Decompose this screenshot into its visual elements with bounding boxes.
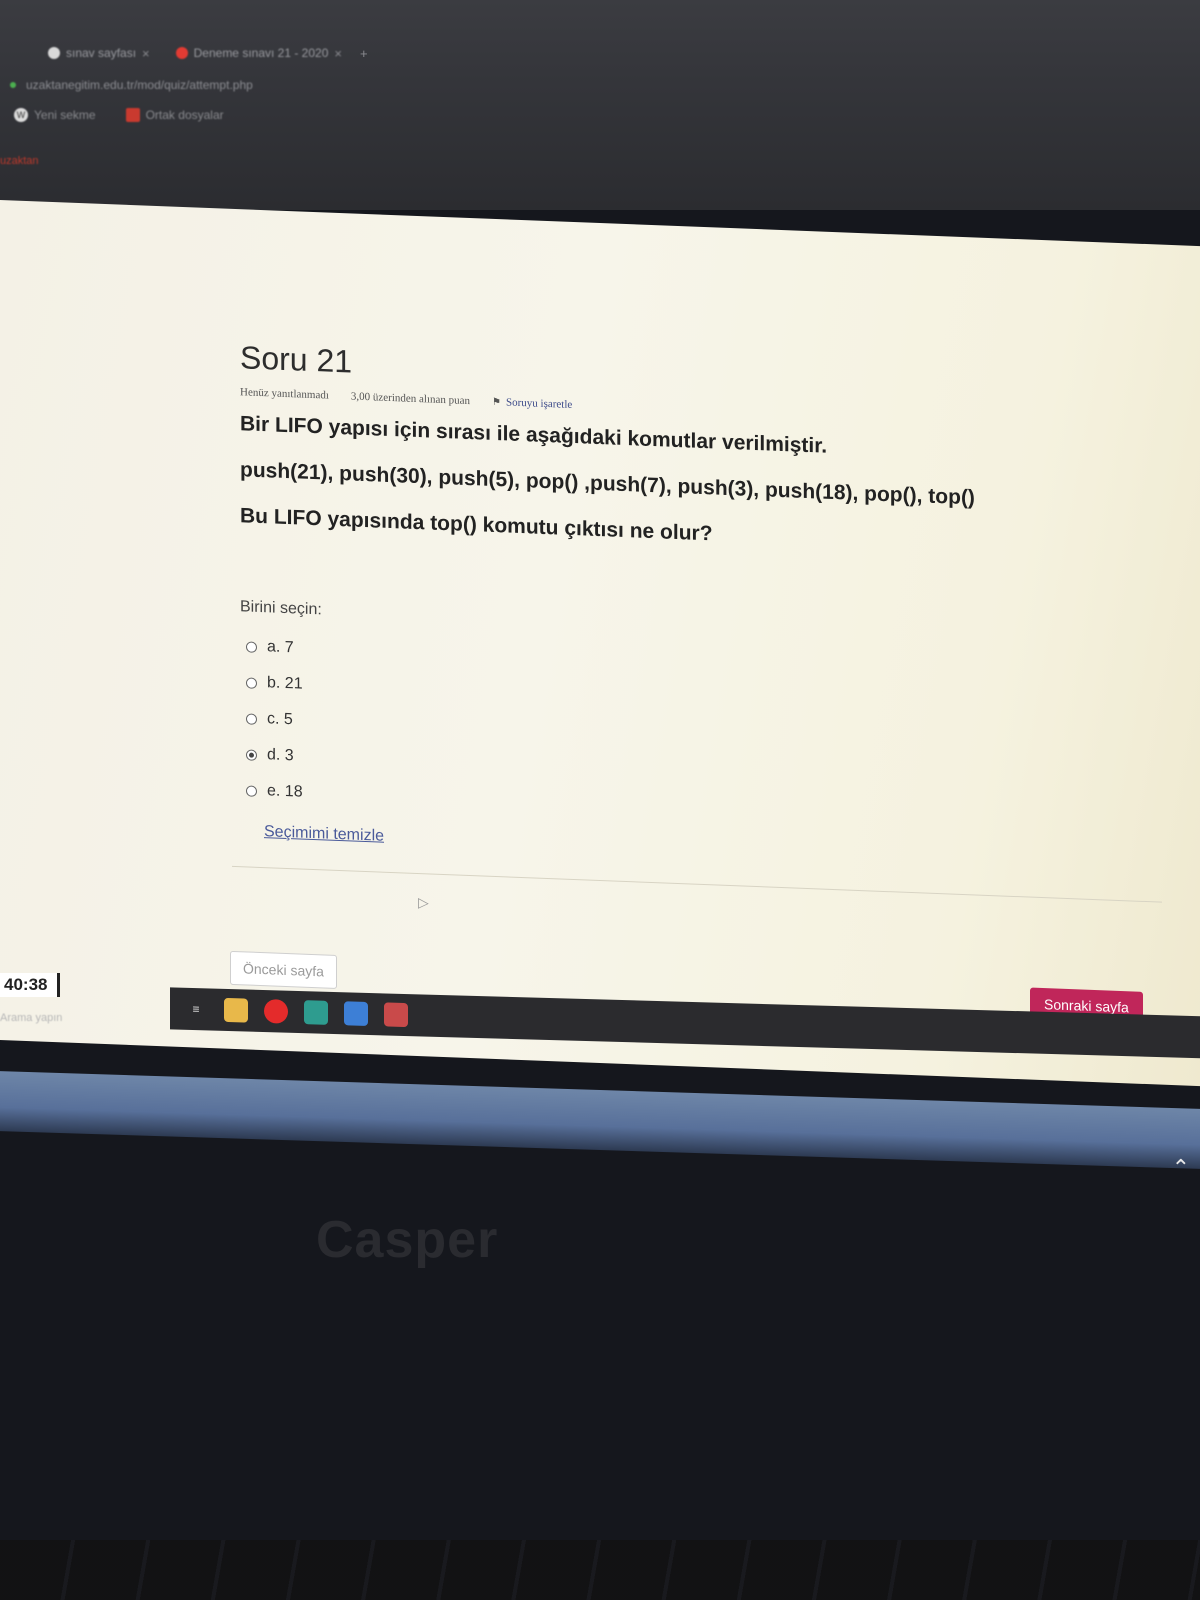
circle-icon — [48, 47, 60, 59]
option-label[interactable]: a. 7 — [267, 638, 294, 657]
site-tag: uzaktan — [0, 155, 39, 167]
folder-icon[interactable] — [224, 997, 248, 1023]
close-icon[interactable]: × — [334, 46, 342, 61]
browser-chrome: sınav sayfası × Deneme sınavı 21 - 2020 … — [0, 0, 1200, 210]
browser-tab-1[interactable]: sınav sayfası × — [40, 44, 158, 63]
youtube-icon — [175, 47, 188, 59]
red-bookmark-icon — [125, 108, 140, 122]
question-text-line-3: Bu LIFO yapısında top() komutu çıktısı n… — [240, 504, 713, 546]
bookmarks-bar: W Yeni sekme Ortak dosyalar — [14, 108, 224, 122]
bookmark-item[interactable]: W Yeni sekme — [14, 108, 96, 122]
option-label[interactable]: e. 18 — [267, 782, 303, 801]
option-label[interactable]: d. 3 — [267, 746, 294, 765]
laptop-brand-logo: Casper — [316, 1211, 499, 1269]
flag-label: Soruyu işaretle — [506, 396, 573, 411]
red-app-icon[interactable] — [384, 1002, 408, 1028]
app-icon[interactable] — [304, 1000, 328, 1025]
flag-question-link[interactable]: ⚑ Soruyu işaretle — [492, 396, 572, 411]
radio-button-selected[interactable] — [246, 748, 257, 761]
blue-app-icon[interactable] — [344, 1001, 368, 1026]
clear-selection-link[interactable]: Seçimimi temizle — [264, 823, 384, 846]
tab-title: Deneme sınavı 21 - 2020 — [193, 46, 329, 60]
w-icon: W — [14, 108, 28, 122]
option-label[interactable]: b. 21 — [267, 674, 303, 693]
chevron-up-icon[interactable]: ⌃ — [1172, 1155, 1190, 1181]
flag-icon: ⚑ — [492, 396, 501, 408]
radio-button[interactable] — [246, 712, 257, 725]
radio-button[interactable] — [246, 784, 257, 797]
address-text[interactable]: uzaktanegitim.edu.tr/mod/quiz/attempt.ph… — [26, 78, 253, 92]
radio-button[interactable] — [246, 640, 257, 653]
bookmark-label: Yeni sekme — [34, 108, 96, 122]
quiz-page: Soru 21 Henüz yanıtlanmadı 3,00 üzerinde… — [0, 200, 1200, 1087]
divider — [232, 865, 1162, 903]
close-icon[interactable]: × — [142, 46, 150, 61]
new-tab-button[interactable]: + — [360, 46, 368, 61]
bookmark-item[interactable]: Ortak dosyalar — [125, 108, 224, 122]
tab-title: sınav sayfası — [66, 46, 137, 60]
system-tray: ⌃ — [1172, 1155, 1190, 1181]
quiz-timer: 40:38 — [0, 973, 61, 997]
keyboard-edge — [0, 1540, 1200, 1600]
radio-button[interactable] — [246, 676, 257, 689]
browser-tab-2[interactable]: Deneme sınavı 21 - 2020 × — [168, 44, 350, 63]
screen-bottom-edge — [0, 1071, 1200, 1169]
opera-icon[interactable] — [264, 999, 288, 1024]
mouse-cursor-icon: ▷ — [418, 894, 429, 911]
answer-options: a. 7 b. 21 c. 5 d. 3 e. 18 — [240, 628, 1160, 843]
option-label[interactable]: c. 5 — [267, 710, 293, 729]
question-points: 3,00 üzerinden alınan puan — [350, 390, 471, 408]
task-view-icon[interactable]: ≡ — [184, 997, 208, 1022]
address-bar[interactable]: uzaktanegitim.edu.tr/mod/quiz/attempt.ph… — [10, 78, 253, 92]
question-status: Henüz yanıtlanmadı — [240, 386, 329, 402]
search-hint[interactable]: Arama yapın — [0, 1012, 62, 1024]
previous-page-button[interactable]: Önceki sayfa — [230, 950, 337, 989]
question-content: Soru 21 Henüz yanıtlanmadı 3,00 üzerinde… — [230, 339, 1162, 1024]
tab-strip: sınav sayfası × Deneme sınavı 21 - 2020 … — [40, 40, 368, 66]
secure-icon — [10, 82, 16, 88]
bookmark-label: Ortak dosyalar — [145, 108, 224, 122]
